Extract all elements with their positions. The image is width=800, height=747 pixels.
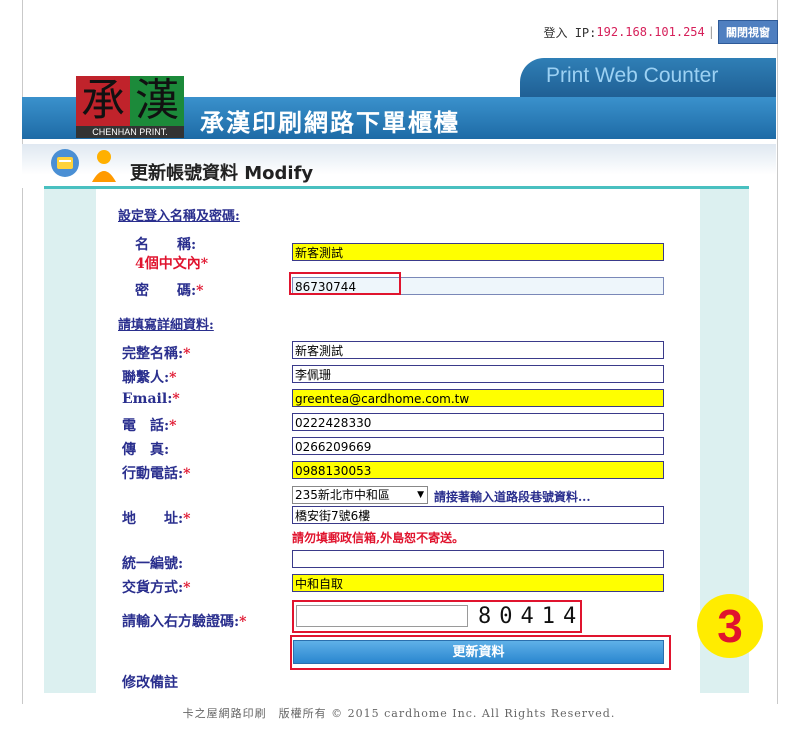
logo: 承 漢 CHENHAN PRINT. [76, 76, 184, 138]
password-label: 密 碼:* [135, 280, 204, 300]
required-mark: * [183, 466, 191, 482]
captcha-highlight [292, 600, 582, 633]
required-mark: * [169, 370, 177, 386]
name-hint: 4個中文內* [135, 253, 208, 273]
address-field[interactable]: 橋安街7號6樓 [292, 506, 664, 524]
footer: 卡之屋網路印刷 版權所有 © 2015 cardhome Inc. All Ri… [182, 707, 616, 720]
required-mark: * [196, 283, 204, 299]
captcha-label: 請輸入右方驗證碼:* [122, 611, 247, 631]
login-section-heading: 設定登入名稱及密碼: [118, 209, 240, 224]
fax-field[interactable]: 0266209669 [292, 437, 664, 455]
close-window-button[interactable]: 關閉視窗 [718, 20, 778, 44]
chevron-down-icon: ▼ [417, 490, 424, 500]
name-label: 名 稱: [135, 234, 196, 254]
email-field[interactable]: greentea@cardhome.com.tw [292, 389, 664, 407]
detail-section-heading: 請填寫詳細資料: [118, 318, 214, 333]
required-mark: * [172, 391, 180, 407]
address-prompt: 請接著輸入道路段巷號資料... [434, 490, 591, 504]
taxid-label-text: 統一編號: [122, 556, 184, 572]
phone-field[interactable]: 0222428330 [292, 413, 664, 431]
address-label-text: 地 址: [122, 511, 184, 527]
notes-label: 修改備註 [122, 675, 178, 691]
contact-field[interactable]: 李佩珊 [292, 365, 664, 383]
name-field[interactable]: 新客測試 [292, 243, 664, 261]
required-mark: * [239, 614, 247, 630]
delivery-label-text: 交貨方式: [122, 580, 184, 596]
required-mark: * [169, 418, 177, 434]
email-label: Email:* [122, 391, 180, 407]
step-badge: 3 [697, 594, 763, 658]
fullname-label-text: 完整名稱: [122, 346, 184, 362]
required-mark: * [183, 346, 191, 362]
email-label-text: Email: [122, 391, 173, 407]
site-title: 承漢印刷網路下單櫃檯 [200, 109, 460, 137]
name-label-text: 名 稱: [135, 237, 197, 253]
required-mark: * [200, 256, 209, 272]
password-highlight [289, 272, 401, 295]
name-hint-text: 4個中文內 [135, 256, 201, 272]
address-label: 地 址:* [122, 508, 191, 528]
required-mark: * [183, 580, 191, 596]
top-bar: 登入 IP: 192.168.101.254 | 關閉視窗 [543, 20, 778, 44]
fax-label-text: 傳 真: [122, 442, 170, 458]
mobile-label: 行動電話:* [122, 463, 191, 483]
logo-char-2: 漢 [130, 76, 184, 126]
counter-name: Print Web Counter [546, 64, 719, 87]
taxid-field[interactable] [292, 550, 664, 568]
contact-label-text: 聯繫人: [122, 370, 170, 386]
phone-label: 電 話:* [122, 415, 177, 435]
logo-subtitle: CHENHAN PRINT. [76, 126, 184, 138]
fullname-label: 完整名稱:* [122, 343, 191, 363]
district-select[interactable]: 235新北市中和區 ▼ [292, 486, 428, 504]
fullname-field[interactable]: 新客測試 [292, 341, 664, 359]
logo-char-1: 承 [76, 76, 130, 126]
folder-icon [51, 149, 79, 177]
separator: | [707, 25, 715, 39]
district-value: 235新北市中和區 [295, 488, 390, 502]
mobile-field[interactable]: 0988130053 [292, 461, 664, 479]
delivery-label: 交貨方式:* [122, 577, 191, 597]
user-icon [92, 150, 116, 182]
taxid-label: 統一編號: [122, 553, 183, 573]
phone-label-text: 電 話: [122, 418, 170, 434]
contact-label: 聯繫人:* [122, 367, 177, 387]
left-panel [44, 189, 96, 693]
password-label-text: 密 碼: [135, 283, 197, 299]
captcha-label-text: 請輸入右方驗證碼: [122, 614, 240, 630]
login-label: 登入 IP: [543, 25, 597, 40]
page-title: 更新帳號資料 Modify [130, 163, 314, 184]
fax-label: 傳 真: [122, 439, 169, 459]
required-mark: * [183, 511, 191, 527]
delivery-field[interactable]: 中和自取 [292, 574, 664, 592]
submit-highlight [290, 635, 671, 670]
ip-address: 192.168.101.254 [596, 25, 705, 39]
mobile-label-text: 行動電話: [122, 466, 184, 482]
address-warning: 請勿填郵政信箱,外島恕不寄送。 [292, 531, 465, 545]
